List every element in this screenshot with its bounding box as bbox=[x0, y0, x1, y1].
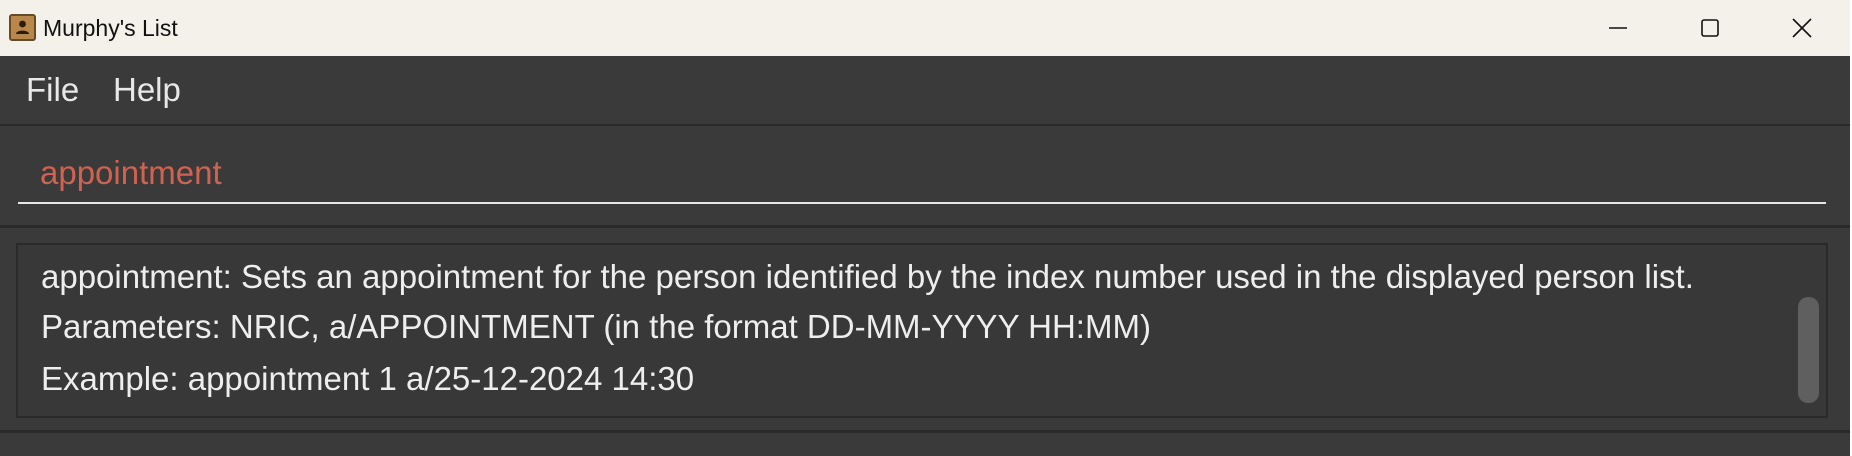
result-scrollbar[interactable] bbox=[1798, 297, 1819, 403]
minimize-icon bbox=[1609, 27, 1627, 29]
person-list-panel-edge bbox=[0, 430, 1852, 456]
address-book-icon bbox=[9, 14, 36, 41]
maximize-button[interactable] bbox=[1664, 0, 1756, 56]
result-line-usage: appointment: Sets an appointment for the… bbox=[41, 258, 1694, 295]
menu-item-help[interactable]: Help bbox=[113, 70, 181, 110]
result-line-example: Example: appointment 1 a/25-12-2024 14:3… bbox=[41, 360, 695, 397]
application-window: Murphy's List File Help appointment appo… bbox=[0, 0, 1852, 456]
app-frame: Murphy's List File Help appointment appo… bbox=[0, 0, 1852, 456]
close-icon bbox=[1792, 18, 1812, 38]
menu-item-file[interactable]: File bbox=[26, 70, 79, 110]
menu-bar: File Help bbox=[0, 56, 1852, 126]
minimize-button[interactable] bbox=[1572, 0, 1664, 56]
command-box-area bbox=[0, 126, 1852, 228]
title-bar[interactable]: Murphy's List bbox=[0, 0, 1852, 56]
result-line-parameters: Parameters: NRIC, a/APPOINTMENT (in the … bbox=[41, 308, 1151, 345]
window-title: Murphy's List bbox=[43, 15, 178, 41]
command-input[interactable] bbox=[18, 144, 1826, 204]
result-display[interactable]: appointment: Sets an appointment for the… bbox=[16, 243, 1828, 418]
close-button[interactable] bbox=[1756, 0, 1848, 56]
maximize-icon bbox=[1701, 19, 1719, 37]
